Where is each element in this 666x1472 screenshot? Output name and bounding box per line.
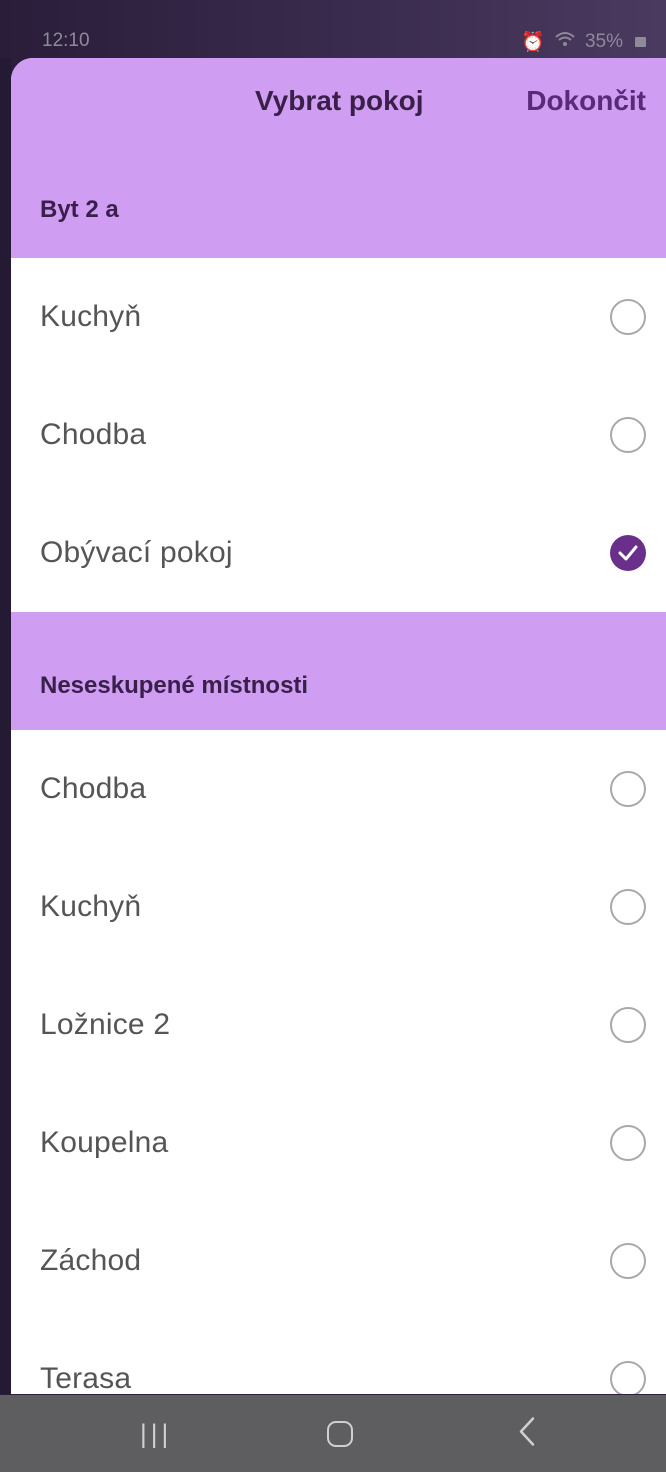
room-label: Obývací pokoj xyxy=(40,536,233,569)
radio-button-unchecked[interactable] xyxy=(610,1243,646,1279)
room-row-chodba-ungrouped[interactable]: Chodba xyxy=(11,730,666,848)
room-label: Chodba xyxy=(40,772,147,805)
alarm-icon: ⏰ xyxy=(521,32,545,53)
room-row-terasa[interactable]: Terasa xyxy=(11,1320,666,1394)
back-icon[interactable] xyxy=(518,1416,536,1451)
room-row-loznice-2[interactable]: Ložnice 2 xyxy=(11,966,666,1084)
status-bar: 12:10 ⏰ 35% xyxy=(0,0,666,62)
radio-button-unchecked[interactable] xyxy=(610,417,646,453)
battery-percent: 35% xyxy=(584,31,623,52)
room-row-chodba[interactable]: Chodba xyxy=(11,376,666,494)
battery-icon xyxy=(635,37,646,47)
room-row-koupelna[interactable]: Koupelna xyxy=(11,1084,666,1202)
status-icons: ⏰ 35% xyxy=(521,30,646,54)
done-button[interactable]: Dokončit xyxy=(526,85,646,117)
radio-button-unchecked[interactable] xyxy=(610,771,646,807)
room-label: Kuchyň xyxy=(40,890,142,923)
system-nav-bar: ||| xyxy=(0,1395,666,1472)
section-title: Neseskupené místnosti xyxy=(40,672,309,699)
room-row-obyvaci-pokoj[interactable]: Obývací pokoj xyxy=(11,494,666,612)
radio-button-unchecked[interactable] xyxy=(610,1125,646,1161)
room-row-zachod[interactable]: Záchod xyxy=(11,1202,666,1320)
page-title: Vybrat pokoj xyxy=(255,85,424,116)
radio-button-unchecked[interactable] xyxy=(610,1361,646,1394)
room-label: Záchod xyxy=(40,1244,142,1277)
room-label: Koupelna xyxy=(40,1126,169,1159)
room-row-kuchyn[interactable]: Kuchyň xyxy=(11,258,666,376)
radio-button-unchecked[interactable] xyxy=(610,299,646,335)
recents-icon[interactable]: ||| xyxy=(140,1418,172,1449)
sheet-header: Vybrat pokoj Dokončit Byt 2 a xyxy=(11,58,666,258)
room-label: Terasa xyxy=(40,1362,132,1394)
home-icon[interactable] xyxy=(327,1420,353,1447)
wifi-icon xyxy=(555,31,575,53)
background-edge xyxy=(0,58,11,1394)
room-picker-sheet: Vybrat pokoj Dokončit Byt 2 a Kuchyň Cho… xyxy=(11,58,666,1394)
radio-button-checked[interactable] xyxy=(610,535,646,571)
checkmark-icon xyxy=(618,545,638,561)
radio-button-unchecked[interactable] xyxy=(610,889,646,925)
room-label: Ložnice 2 xyxy=(40,1008,171,1041)
section-header-ungrouped: Neseskupené místnosti xyxy=(11,612,666,730)
room-label: Kuchyň xyxy=(40,300,142,333)
section-header-byt-2a: Byt 2 a xyxy=(40,196,119,223)
radio-button-unchecked[interactable] xyxy=(610,1007,646,1043)
room-row-kuchyn-ungrouped[interactable]: Kuchyň xyxy=(11,848,666,966)
status-time: 12:10 xyxy=(42,30,90,51)
room-label: Chodba xyxy=(40,418,147,451)
